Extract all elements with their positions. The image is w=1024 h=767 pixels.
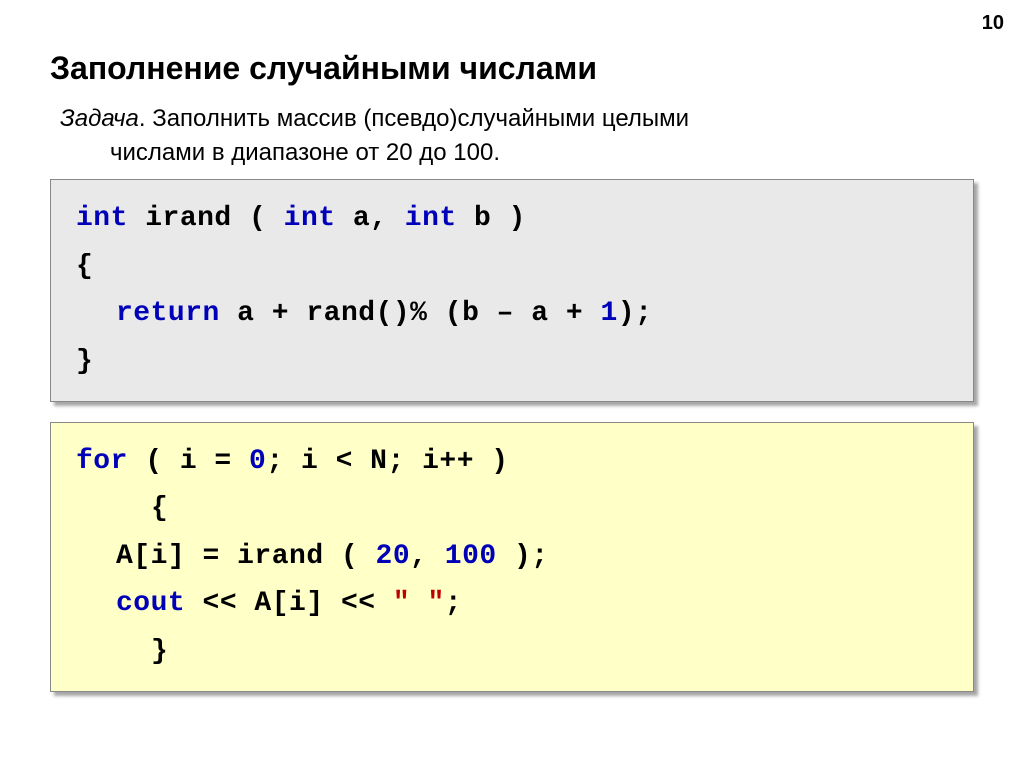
code-text: }: [76, 628, 168, 676]
code-line: return a + rand()% (b – a + 1);: [76, 290, 948, 338]
code-text: ,: [410, 541, 445, 572]
code-line: }: [76, 338, 948, 386]
number-literal: 20: [376, 541, 411, 572]
number-literal: 1: [601, 298, 618, 329]
code-text: );: [497, 541, 549, 572]
task-line1: Заполнить массив (псевдо)случайными целы…: [152, 105, 689, 132]
task-description: Задача. Заполнить массив (псевдо)случайн…: [50, 102, 974, 169]
code-line: {: [76, 243, 948, 291]
code-text: ;: [445, 588, 462, 619]
code-line: for ( i = 0; i < N; i++ ): [76, 438, 948, 486]
code-text: ( i =: [128, 446, 249, 477]
keyword-int: int: [76, 203, 128, 234]
code-text: irand (: [128, 203, 284, 234]
code-block-function: int irand ( int a, int b ) { return a + …: [50, 179, 974, 401]
code-text: );: [618, 298, 653, 329]
code-block-loop: for ( i = 0; i < N; i++ ) { A[i] = irand…: [50, 422, 974, 692]
keyword-cout: cout: [116, 588, 185, 619]
keyword-return: return: [116, 298, 220, 329]
page-number: 10: [982, 12, 1004, 35]
code-text: a,: [336, 203, 405, 234]
number-literal: 100: [445, 541, 497, 572]
code-text: A[i] = irand (: [116, 541, 376, 572]
task-label: Задача: [60, 105, 139, 132]
code-line: int irand ( int a, int b ): [76, 195, 948, 243]
code-text: {: [76, 485, 168, 533]
number-literal: 0: [249, 446, 266, 477]
keyword-int: int: [405, 203, 457, 234]
keyword-for: for: [76, 446, 128, 477]
string-literal: " ": [393, 588, 445, 619]
keyword-int: int: [284, 203, 336, 234]
page-title: Заполнение случайными числами: [50, 50, 974, 87]
task-dot: .: [139, 105, 152, 132]
code-text: ; i < N; i++ ): [266, 446, 508, 477]
code-line: cout << A[i] << " ";: [76, 580, 948, 628]
code-line: {: [76, 485, 948, 533]
code-text: << A[i] <<: [185, 588, 393, 619]
code-text: a + rand()% (b – a +: [220, 298, 601, 329]
code-line: A[i] = irand ( 20, 100 );: [76, 533, 948, 581]
code-line: }: [76, 628, 948, 676]
task-line2: числами в диапазоне от 20 до 100.: [60, 136, 974, 170]
code-text: b ): [457, 203, 526, 234]
